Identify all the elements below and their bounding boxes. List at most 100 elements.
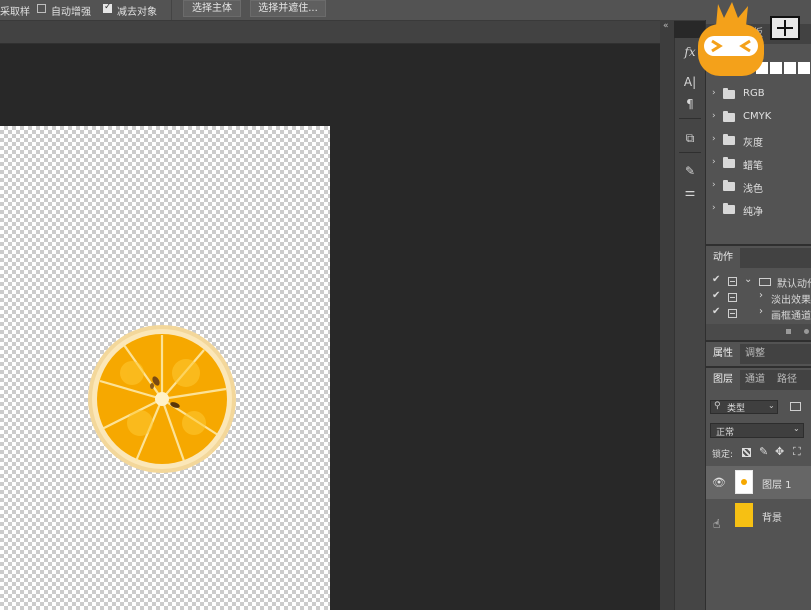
folder-icon <box>723 203 735 214</box>
swatch-folder-cmyk[interactable]: › CMYK <box>706 106 811 129</box>
separator <box>171 0 172 20</box>
lock-row: 锁定: ✎ ✥ ⛶ <box>706 445 811 462</box>
swatch-folder-pure[interactable]: › 纯净 <box>706 198 811 221</box>
chevron-right-icon: › <box>712 203 716 213</box>
layer-filter-select[interactable]: ⚲ 类型 ⌄ <box>710 400 778 414</box>
layer-name: 图层 1 <box>762 480 792 491</box>
swatch-folder-pastel[interactable]: › 蜡笔 <box>706 152 811 175</box>
panel-collapse-column: « <box>660 20 674 610</box>
folder-icon <box>723 157 735 168</box>
panel-divider <box>706 244 811 246</box>
lock-transparent-icon[interactable] <box>742 448 751 457</box>
lock-label: 锁定: <box>712 450 734 460</box>
sample-label: 采取样 <box>0 7 30 18</box>
tab-actions[interactable]: 动作 <box>706 248 740 268</box>
dialog-toggle-icon[interactable] <box>728 309 737 318</box>
select-subject-button[interactable]: 选择主体 <box>183 0 241 17</box>
subtract-object-label: 减去对象 <box>117 7 157 18</box>
divider <box>679 152 701 153</box>
lock-position-icon[interactable]: ✥ <box>775 445 784 458</box>
auto-enhance-checkbox[interactable] <box>37 4 46 13</box>
layer-thumbnail <box>735 503 753 527</box>
collapse-arrows-icon[interactable]: « <box>663 21 669 31</box>
action-label: 默认动作 <box>777 279 811 290</box>
divider <box>679 118 701 119</box>
chevron-right-icon: › <box>712 134 716 144</box>
chevron-right-icon: › <box>712 111 716 121</box>
tab-channels[interactable]: 通道 <box>738 370 772 390</box>
swatch-folder-rgb[interactable]: › RGB <box>706 83 811 106</box>
dialog-toggle-icon[interactable] <box>728 293 737 302</box>
clone-source-icon[interactable]: ⧉ <box>679 128 701 148</box>
folder-icon <box>723 88 735 99</box>
properties-tab-header: 属性 调整 <box>706 344 811 364</box>
folder-label: 纯净 <box>743 207 763 218</box>
chevron-down-icon: ⌄ <box>793 424 800 433</box>
actions-tab-header: 动作 <box>706 248 811 268</box>
action-row[interactable]: ✔ › 画框通道 <box>706 306 811 322</box>
folder-label: 灰度 <box>743 138 763 149</box>
check-icon[interactable]: ✔ <box>712 290 720 301</box>
action-set-row[interactable]: ✔ ⌄ 默认动作 <box>706 274 811 290</box>
paragraph-icon[interactable]: ¶ <box>679 94 701 114</box>
lemon-thumb-dot <box>741 479 747 485</box>
chevron-down-icon: ⌄ <box>768 401 775 410</box>
panel-divider <box>706 340 811 342</box>
options-bar: 采取样 自动增强 减去对象 选择主体 选择并遮住... <box>0 0 811 21</box>
watermark-logo <box>698 2 764 76</box>
hand-cursor-icon: ☝ <box>713 517 721 531</box>
lock-artboard-icon[interactable]: ⛶ <box>793 445 801 459</box>
filter-label: 类型 <box>727 404 746 414</box>
tab-layers[interactable]: 图层 <box>706 370 740 390</box>
image-filter-icon[interactable] <box>790 402 801 411</box>
chevron-right-icon: › <box>712 157 716 167</box>
eye-icon[interactable]: 👁 <box>712 476 726 489</box>
chevron-right-icon: › <box>712 88 716 98</box>
swatch-folder-grayscale[interactable]: › 灰度 <box>706 129 811 152</box>
dialog-toggle-icon[interactable] <box>728 277 737 286</box>
tab-adjustments[interactable]: 调整 <box>738 344 772 364</box>
new-panel-icon[interactable] <box>770 16 800 40</box>
blend-mode-select[interactable]: 正常 ⌄ <box>710 423 804 438</box>
folder-label: 浅色 <box>743 184 763 195</box>
check-icon[interactable]: ✔ <box>712 274 720 285</box>
layer-row-selected[interactable]: 👁 图层 1 <box>706 466 811 499</box>
action-label: 淡出效果 <box>771 295 811 306</box>
folder-label: 蜡笔 <box>743 161 763 172</box>
folder-icon <box>723 111 735 122</box>
swatch-folder-light[interactable]: › 浅色 <box>706 175 811 198</box>
document-tab-strip <box>0 21 660 44</box>
lemon-slice-image <box>88 325 236 473</box>
lock-paint-icon[interactable]: ✎ <box>759 445 768 458</box>
chevron-down-icon[interactable]: ⌄ <box>744 274 752 285</box>
folder-icon <box>723 180 735 191</box>
chevron-right-icon[interactable]: › <box>759 306 763 317</box>
chevron-right-icon: › <box>712 180 716 190</box>
actions-footer <box>706 324 811 340</box>
layers-tab-header: 图层 通道 路径 <box>706 370 811 390</box>
record-icon[interactable] <box>804 329 809 334</box>
layer-thumbnail <box>735 470 753 494</box>
panel-icon-column: fx A| ¶ ⧉ ✎ ⚌ <box>674 38 705 610</box>
canvas[interactable] <box>0 126 330 610</box>
check-icon[interactable]: ✔ <box>712 306 720 317</box>
tab-paths[interactable]: 路径 <box>770 370 804 390</box>
blend-mode-value: 正常 <box>716 428 735 438</box>
adjust-sliders-icon[interactable]: ⚌ <box>679 182 701 202</box>
folder-outline-icon <box>759 278 771 286</box>
stop-icon[interactable] <box>786 329 791 334</box>
layer-row[interactable]: ☝ 背景 <box>706 499 811 532</box>
subtract-object-checkbox[interactable] <box>103 2 112 13</box>
tab-properties[interactable]: 属性 <box>706 344 740 364</box>
panel-divider <box>706 366 811 368</box>
chevron-right-icon[interactable]: › <box>759 290 763 301</box>
folder-icon <box>723 134 735 145</box>
search-icon: ⚲ <box>714 401 721 411</box>
folder-label: RGB <box>743 88 765 99</box>
brush-icon[interactable]: ✎ <box>679 161 701 181</box>
folder-label: CMYK <box>743 111 772 122</box>
action-label: 画框通道 <box>771 311 811 322</box>
right-panels: 板 用 › RGB › CMYK › 灰度 › 蜡笔 › 浅色 › 纯净 <box>705 20 811 610</box>
action-row[interactable]: ✔ › 淡出效果 <box>706 290 811 306</box>
select-and-mask-button[interactable]: 选择并遮住... <box>250 0 326 17</box>
